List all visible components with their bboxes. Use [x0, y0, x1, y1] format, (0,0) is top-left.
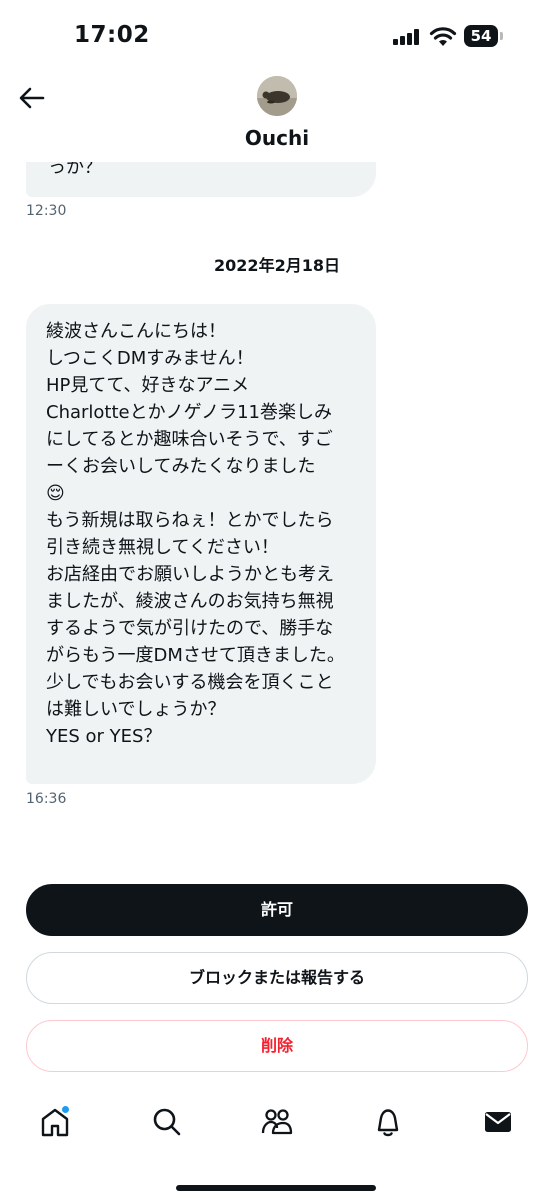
- avatar[interactable]: [257, 76, 297, 116]
- home-indicator[interactable]: [176, 1185, 376, 1191]
- message-bubble[interactable]: 綾波さんこんにちは！ しつこくDMすみません！ HP見てて、好きなアニメ Cha…: [26, 304, 376, 784]
- message-line: Charlotteとかノゲノラ11巻楽しみ: [46, 402, 332, 423]
- message-line: もう新規は取らねぇ！とかでしたら: [46, 510, 334, 531]
- allow-button[interactable]: 許可: [26, 884, 528, 936]
- battery-icon: 54: [464, 25, 498, 47]
- block-report-button[interactable]: ブロックまたは報告する: [26, 952, 528, 1004]
- home-notification-dot: [61, 1105, 70, 1114]
- date-separator: 2022年2月18日: [214, 256, 340, 275]
- message-line: ましたが、綾波さんのお気持ち無視: [46, 591, 334, 612]
- message-timestamp: 12:30: [26, 203, 67, 219]
- wifi-icon: [429, 27, 457, 46]
- message-line: お店経由でお願いしようかとも考え: [46, 564, 334, 585]
- status-time: 17:02: [74, 22, 150, 48]
- delete-button[interactable]: 削除: [26, 1020, 528, 1072]
- signal-icon: [393, 29, 419, 45]
- message-line: 引き続き無視してください！: [46, 537, 279, 558]
- conversation-header: Ouchi: [0, 70, 554, 162]
- message-line: YES or YES？: [46, 726, 162, 747]
- contact-name[interactable]: Ouchi: [0, 126, 554, 150]
- battery-nub: [500, 32, 503, 40]
- message-line: は難しいでしょうか？: [46, 699, 226, 720]
- message-line: にしてるとか趣味合いそうで、すご: [46, 429, 333, 450]
- search-icon[interactable]: [149, 1104, 185, 1140]
- message-line: がらもう一度DMさせて頂きました。: [46, 645, 345, 666]
- message-line: 綾波さんこんにちは！: [46, 321, 226, 342]
- message-timestamp: 16:36: [26, 791, 67, 807]
- message-line: しつこくDMすみません！: [46, 348, 254, 369]
- tab-bar: [0, 1100, 554, 1160]
- arrow-left-icon[interactable]: [14, 80, 50, 116]
- communities-icon[interactable]: [259, 1104, 295, 1140]
- notifications-icon[interactable]: [370, 1104, 406, 1140]
- message-line: HP見てて、好きなアニメ: [46, 375, 250, 396]
- status-bar: 17:02 54: [0, 0, 554, 70]
- relieved-emoji: 😌: [46, 483, 65, 504]
- message-line: ーくお会いしてみたくなりました: [46, 456, 316, 477]
- message-line: するようで気が引けたので、勝手な: [46, 618, 334, 639]
- message-line: 少しでもお会いする機会を頂くこと: [46, 672, 334, 693]
- messages-icon[interactable]: [480, 1104, 516, 1140]
